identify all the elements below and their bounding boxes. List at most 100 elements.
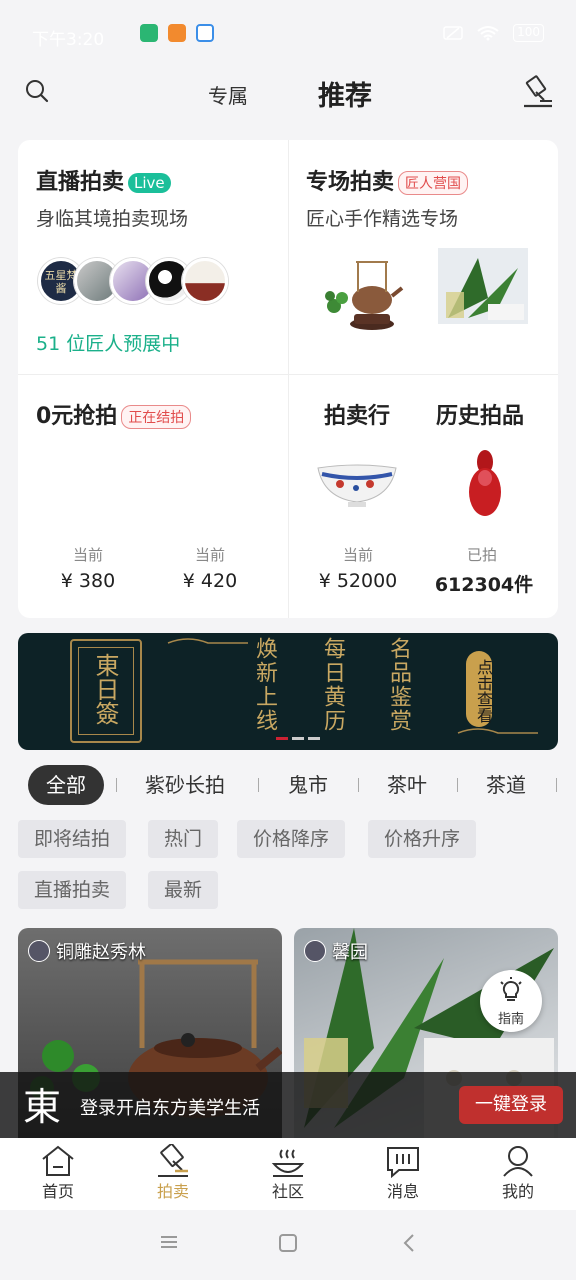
app-logo: 東 [22,1085,61,1129]
feed-card-title: 铜雕赵秀林 [28,938,146,964]
shop-app-icon [168,24,186,42]
system-nav-bar [0,1210,576,1280]
banner-text-col: 名品鉴赏 [386,637,411,733]
guide-button[interactable]: 指南 [480,970,542,1032]
status-right: 100 [443,24,544,42]
feed-card-title: 馨园 [304,938,368,964]
menu-icon[interactable] [160,1234,178,1250]
tab-exclusive[interactable]: 专属 [208,80,248,109]
lightbulb-icon [500,977,522,1001]
artisan-badge: 匠人营国 [398,171,469,195]
divider [18,374,558,375]
porcelain-bowl-image [317,464,397,507]
tab-home[interactable]: 首页 [18,1144,98,1202]
tab-label: 我的 [501,1182,534,1201]
category-tab[interactable]: 茶叶 [387,765,427,805]
live-auction-title: 直播拍卖 Live [36,164,171,196]
category-tabs: 全部 紫砂长拍 鬼市 茶叶 茶道 [0,765,576,807]
tab-label: 社区 [271,1182,304,1201]
avatar [304,940,326,962]
feed-author: 馨园 [332,942,368,963]
tab-auction[interactable]: 拍卖 [133,1144,213,1202]
filter-chip[interactable]: 直播拍卖 [18,871,127,909]
banner-logo: 東日簽 [91,653,119,725]
battery-icon: 100 [513,24,544,42]
divider [288,140,289,618]
guide-label: 指南 [497,1012,524,1027]
status-time: 下午3:20 [32,30,105,50]
plant-image [438,248,528,324]
live-badge: Live [128,173,171,193]
teapot-image [325,261,404,330]
live-auction-label: 直播拍卖 [36,170,125,195]
banner-text-col: 每日黄历 [320,637,345,733]
user-icon [503,1146,533,1177]
battery-level: 100 [517,25,540,39]
price-value: ¥ 52000 [318,570,398,592]
category-tab[interactable]: 茶道 [486,765,526,805]
back-icon[interactable] [402,1234,416,1252]
message-icon [387,1147,419,1178]
filter-chip[interactable]: 价格升序 [368,820,477,858]
divider [358,778,359,792]
divider [556,778,557,792]
tab-label: 首页 [41,1182,74,1201]
login-prompt-bar: 東 登录开启东方美学生活 一键登录 [0,1072,576,1138]
wifi-icon [477,26,499,41]
sim-icon [443,26,463,40]
tea-bowl-icon [271,1149,305,1177]
status-bar: 下午3:20 100 [0,0,576,70]
auction-entry-card: 直播拍卖 Live 身临其境拍卖现场 五星梵酱 51 位匠人预展中 专场拍卖 匠人营… [18,140,558,618]
price-label: 当前 [194,546,225,564]
special-auction-title: 专场拍卖 匠人营国 [306,164,469,196]
banner-text-col: 焕新上线 [252,637,277,733]
price-label: 当前 [72,546,103,564]
home-icon [42,1145,74,1176]
auction-gavel-icon [158,1144,188,1177]
divider [457,778,458,792]
filter-chip[interactable]: 即将结拍 [18,820,127,858]
one-click-login-button[interactable]: 一键登录 [459,1086,563,1124]
tab-messages[interactable]: 消息 [363,1144,443,1202]
category-tab[interactable]: 全部 [28,765,104,805]
artisan-avatars[interactable]: 五星梵酱 [38,258,228,304]
avatar [28,940,50,962]
divider [116,778,117,792]
top-nav: 专属 推荐 [0,70,576,125]
tab-label: 拍卖 [156,1182,189,1201]
divider [258,778,259,792]
sold-count: 612304件 [434,574,534,596]
filter-chip[interactable]: 最新 [148,871,219,909]
special-auction-subtitle: 匠心手作精选专场 [306,208,459,230]
login-prompt-text: 登录开启东方美学生活 [80,1098,260,1119]
category-tab[interactable]: 鬼市 [288,765,328,805]
browser-app-icon [196,24,214,42]
bottom-tab-bar: 首页 拍卖 社区 消息 我的 [0,1138,576,1210]
feed-author: 铜雕赵秀林 [56,942,146,963]
sold-label: 已拍 [466,546,497,564]
filter-chip[interactable]: 热门 [148,820,219,858]
filter-chip[interactable]: 价格降序 [237,820,346,858]
red-figurine-image [469,450,501,516]
tab-profile[interactable]: 我的 [478,1144,558,1202]
zero-yuan-label: 0元抢拍 [36,404,118,429]
tab-label: 消息 [386,1182,419,1201]
artisan-preview-count: 51 位匠人预展中 [36,333,181,355]
avatar-text: 五星梵酱 [44,269,78,295]
promo-banner[interactable]: 東日簽 焕新上线 每日黄历 名品鉴赏 点击查看 [18,633,558,750]
auction-house-title: 拍卖行 [324,404,391,429]
shield-app-icon [140,24,158,42]
search-icon[interactable] [24,78,50,104]
special-auction-label: 专场拍卖 [306,170,395,195]
notification-icons [140,24,214,42]
avatar [182,258,228,304]
tab-community[interactable]: 社区 [248,1144,328,1202]
history-items-title: 历史拍品 [436,404,525,429]
home-nav-icon[interactable] [279,1234,297,1252]
banner-cta-button[interactable]: 点击查看 [466,651,493,727]
tab-recommend[interactable]: 推荐 [318,74,372,113]
price-value: ¥ 420 [182,570,238,592]
category-tab[interactable]: 紫砂长拍 [145,765,225,805]
zero-yuan-title: 0元抢拍 正在结拍 [36,398,192,430]
auction-gavel-icon[interactable] [520,74,556,110]
